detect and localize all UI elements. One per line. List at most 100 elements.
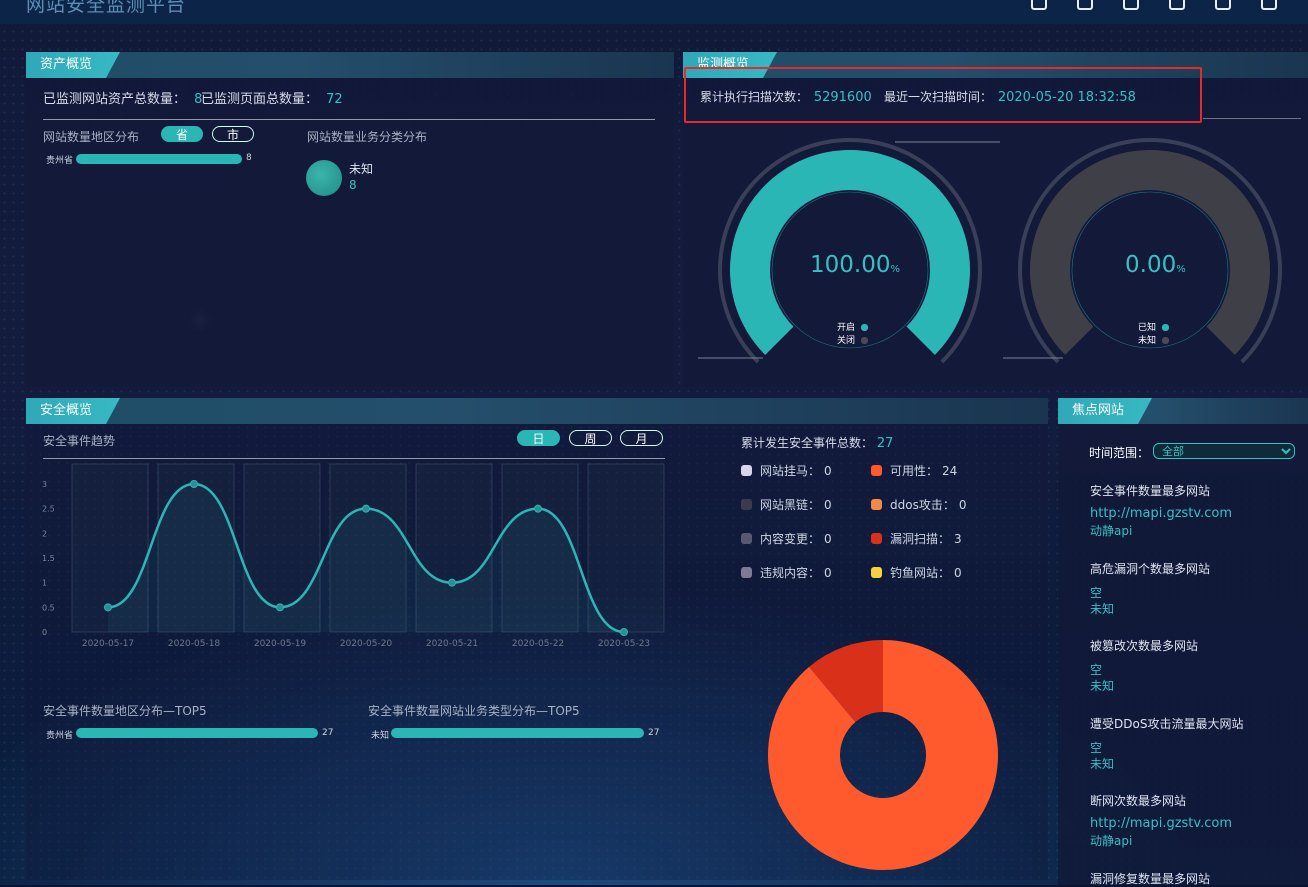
business-category-name: 未知 bbox=[349, 162, 374, 176]
week-button[interactable]: 周 bbox=[569, 430, 612, 446]
asset-overview-panel: 资产概览 已监测网站资产总数量： 8 已监测页面总数量： 72 网站数量地区分布… bbox=[26, 52, 674, 387]
city-button[interactable]: 市 bbox=[212, 126, 254, 142]
focus-site-url[interactable]: 空 bbox=[1090, 584, 1102, 601]
panel-header: 焦点网站 bbox=[1058, 398, 1308, 424]
time-range-select[interactable]: 全部 bbox=[1153, 443, 1295, 459]
divider bbox=[1203, 118, 1301, 119]
x-tick-label: 2020-05-18 bbox=[168, 639, 221, 649]
event-stat-item: 可用性： 24 bbox=[871, 462, 957, 479]
business-category-value: 8 bbox=[349, 178, 357, 192]
event-stat-item: 内容变更： 0 bbox=[741, 530, 832, 547]
business-category-bubble bbox=[306, 160, 342, 196]
business-distribution-title: 网站数量业务分类分布 bbox=[307, 130, 428, 144]
x-tick-label: 2020-05-21 bbox=[426, 639, 478, 649]
focus-section-title: 被篡改次数最多网站 bbox=[1090, 639, 1199, 653]
y-tick-label: 2 bbox=[42, 529, 47, 538]
focus-section-title: 漏洞修复数量最多网站 bbox=[1090, 871, 1211, 886]
legend-label: 关闭 bbox=[837, 336, 856, 346]
focus-site-name: 未知 bbox=[1090, 756, 1115, 771]
event-stat-value: 0 bbox=[824, 498, 832, 512]
legend-swatch bbox=[741, 499, 752, 510]
region-top5-bar bbox=[76, 728, 318, 738]
event-stat-item: 漏洞扫描： 3 bbox=[871, 530, 962, 547]
y-tick-label: 1 bbox=[42, 579, 47, 588]
globe-icon[interactable] bbox=[1062, 0, 1108, 12]
focus-websites-tab: 焦点网站 bbox=[1058, 398, 1152, 424]
event-stat-item: 网站挂马： 0 bbox=[741, 462, 832, 479]
trend-point[interactable] bbox=[534, 504, 542, 513]
total-events-value: 27 bbox=[876, 436, 894, 451]
x-tick-label: 2020-05-22 bbox=[512, 639, 564, 649]
business-top5-value: 27 bbox=[648, 728, 660, 738]
event-stat-value: 0 bbox=[824, 464, 832, 478]
legend-swatch bbox=[871, 499, 882, 510]
event-stat-value: 3 bbox=[954, 532, 962, 546]
y-tick-label: 0.5 bbox=[42, 603, 55, 612]
gauge1-unit: % bbox=[890, 264, 900, 275]
x-tick-label: 2020-05-19 bbox=[254, 639, 307, 649]
focus-site-url[interactable]: http://mapi.gzstv.com bbox=[1090, 506, 1232, 521]
region-top5-value: 27 bbox=[322, 728, 334, 738]
divider bbox=[43, 119, 655, 120]
screen-icon[interactable] bbox=[1154, 0, 1200, 12]
gauge-area bbox=[698, 138, 1282, 364]
event-stat-item: 网站黑链： 0 bbox=[741, 496, 832, 513]
focus-section-title: 断网次数最多网站 bbox=[1090, 794, 1187, 808]
x-tick-label: 2020-05-23 bbox=[598, 639, 650, 649]
focus-site-name: 动静api bbox=[1090, 834, 1133, 848]
trend-point[interactable] bbox=[104, 603, 112, 612]
province-button[interactable]: 省 bbox=[161, 126, 203, 142]
region-bar-label: 贵州省 bbox=[46, 156, 74, 166]
region-top5-label: 贵州省 bbox=[46, 731, 74, 741]
trend-point[interactable] bbox=[620, 628, 628, 636]
focus-websites-panel: 焦点网站 时间范围： 全部 安全事件数量最多网站 http://mapi.gzst… bbox=[1058, 398, 1308, 886]
top-icon-group bbox=[1016, 0, 1292, 12]
legend-swatch bbox=[1162, 324, 1170, 331]
legend-label: 开启 bbox=[837, 323, 856, 333]
legend-label: 已知 bbox=[1138, 323, 1157, 333]
event-stat-item: ddos攻击： 0 bbox=[871, 496, 966, 513]
security-overview-tab: 安全概览 bbox=[26, 398, 120, 424]
focus-site-url[interactable]: 空 bbox=[1090, 661, 1102, 678]
home-icon[interactable] bbox=[1016, 0, 1062, 12]
event-stat-label: 网站黑链： bbox=[760, 498, 821, 512]
page-total-stat: 已监测页面总数量： 72 bbox=[201, 88, 343, 107]
event-stat-value: 24 bbox=[942, 464, 958, 478]
trend-chart: 3 2.5 2 1.5 1 0.5 0 2020-05-17 2020-05-18 2020-05… bbox=[42, 463, 665, 649]
highlight-box bbox=[684, 67, 1202, 123]
trend-point[interactable] bbox=[276, 603, 284, 612]
event-stat-value: 0 bbox=[824, 566, 832, 580]
top-bar: 网站安全监测平台 bbox=[0, 0, 1308, 24]
event-stat-label: 漏洞扫描： bbox=[890, 532, 951, 546]
y-tick-label: 2.5 bbox=[42, 505, 55, 514]
event-stat-label: ddos攻击： bbox=[890, 498, 955, 512]
x-tick-label: 2020-05-20 bbox=[340, 639, 393, 649]
settings-icon[interactable] bbox=[1246, 0, 1292, 12]
back-icon[interactable] bbox=[1200, 0, 1246, 12]
trend-point[interactable] bbox=[190, 480, 198, 488]
gauge2-unit: % bbox=[1176, 264, 1186, 275]
event-stat-label: 违规内容： bbox=[760, 566, 821, 580]
region-distribution-title: 网站数量地区分布 bbox=[43, 130, 140, 144]
month-button[interactable]: 月 bbox=[620, 430, 663, 446]
event-stat-value: 0 bbox=[824, 532, 832, 546]
gauge2-number: 0.00 bbox=[1125, 252, 1177, 278]
y-tick-label: 3 bbox=[42, 480, 47, 489]
event-type-donut-chart bbox=[768, 640, 998, 870]
total-events-label: 累计发生安全事件总数： bbox=[741, 436, 874, 450]
event-stat-label: 网站挂马： bbox=[760, 464, 821, 478]
focus-site-url[interactable]: http://mapi.gzstv.com bbox=[1090, 816, 1232, 831]
trend-point[interactable] bbox=[362, 504, 370, 513]
legend-swatch bbox=[741, 533, 752, 544]
legend-swatch bbox=[861, 324, 869, 331]
site-total-stat: 已监测网站资产总数量： 8 bbox=[43, 88, 202, 107]
legend-label: 未知 bbox=[1138, 336, 1157, 346]
focus-site-url[interactable]: 空 bbox=[1090, 739, 1102, 756]
day-button[interactable]: 日 bbox=[517, 430, 560, 446]
time-range-label: 时间范围： bbox=[1089, 446, 1150, 460]
event-stat-label: 可用性： bbox=[890, 464, 939, 478]
trend-point[interactable] bbox=[448, 578, 456, 587]
legend-swatch bbox=[741, 567, 752, 578]
y-tick-label: 1.5 bbox=[42, 554, 55, 563]
monitor-icon[interactable] bbox=[1108, 0, 1154, 12]
